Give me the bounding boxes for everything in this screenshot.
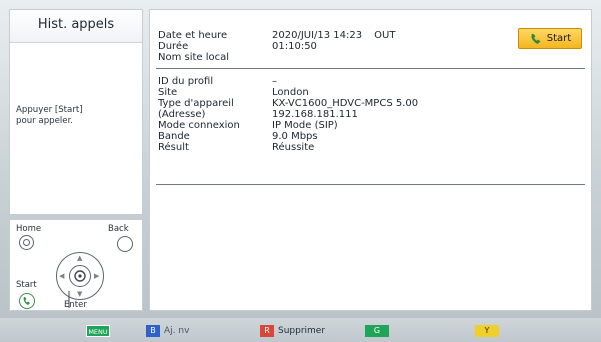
direction-value: OUT: [374, 30, 396, 41]
up-arrow-icon: ▲: [77, 254, 83, 262]
local-site-row: Nom site local: [158, 52, 583, 63]
start-button[interactable]: Start: [518, 28, 582, 49]
left-arrow-icon: ◀: [59, 272, 65, 280]
device-type-value: KX-VC1600_HDVC-MPCS 5.00: [272, 98, 419, 109]
profile-id-row: ID du profil –: [158, 76, 583, 87]
menu-key[interactable]: MENU: [86, 325, 110, 337]
device-type-label: Type d'appareil: [158, 98, 234, 109]
connection-details: ID du profil – Site London Type d'appare…: [158, 76, 583, 153]
duration-label: Durée: [158, 41, 189, 52]
start-label: Start: [16, 280, 37, 290]
enter-pointer-icon: [68, 291, 70, 308]
site-value: London: [272, 87, 309, 98]
start-call-icon[interactable]: [19, 293, 35, 309]
divider-bottom: [156, 184, 585, 185]
home-icon[interactable]: [19, 235, 34, 250]
datetime-label: Date et heure: [158, 30, 228, 41]
menu-key-badge: MENU: [86, 325, 110, 337]
result-label: Résult: [158, 142, 189, 153]
delete-label: Supprimer: [278, 326, 326, 336]
device-type-row: Type d'appareil KX-VC1600_HDVC-MPCS 5.00: [158, 98, 583, 109]
blue-key-badge: B: [146, 325, 160, 337]
divider-top: [156, 68, 585, 69]
call-detail-panel: Date et heure 2020/JUI/13 14:23 OUT Duré…: [149, 9, 592, 311]
yellow-key[interactable]: Y: [475, 325, 499, 337]
band-value: 9.0 Mbps: [272, 131, 318, 142]
remote-key-guide: Home Back Start Enter ▲ ▼ ◀ ▶: [9, 219, 143, 311]
profile-id-label: ID du profil: [158, 76, 214, 87]
handset-icon: [531, 33, 541, 44]
datetime-value: 2020/JUI/13 14:23: [272, 30, 363, 41]
green-key-badge: G: [365, 325, 389, 337]
address-label: (Adresse): [158, 109, 206, 120]
screen-title: Hist. appels: [10, 10, 142, 43]
red-key-badge: R: [260, 325, 274, 337]
connection-mode-value: IP Mode (SIP): [272, 120, 338, 131]
green-key[interactable]: G: [365, 325, 389, 337]
left-info-panel: Hist. appels Appuyer [Start] pour appele…: [9, 9, 143, 215]
home-label: Home: [16, 224, 42, 234]
instruction-line-1: Appuyer [Start]: [16, 105, 83, 115]
instruction-text: Appuyer [Start] pour appeler.: [16, 105, 140, 127]
address-row: (Adresse) 192.168.181.111: [158, 109, 583, 120]
instruction-line-2: pour appeler.: [16, 116, 74, 126]
back-icon[interactable]: [117, 236, 133, 252]
address-value: 192.168.181.111: [272, 109, 358, 120]
site-label: Site: [158, 87, 178, 98]
connection-mode-label: Mode connexion: [158, 120, 240, 131]
add-new-key[interactable]: B Aj. nv: [146, 325, 189, 337]
local-site-label: Nom site local: [158, 52, 230, 63]
result-value: Réussite: [272, 142, 315, 153]
duration-value: 01:10:50: [272, 41, 317, 52]
right-arrow-icon: ▶: [94, 272, 100, 280]
add-new-label: Aj. nv: [164, 326, 190, 336]
result-row: Résult Réussite: [158, 142, 583, 153]
profile-id-value: –: [272, 76, 277, 87]
back-label: Back: [108, 224, 129, 234]
connection-mode-row: Mode connexion IP Mode (SIP): [158, 120, 583, 131]
yellow-key-badge: Y: [475, 325, 499, 337]
function-key-bar: MENU B Aj. nv R Supprimer G Y: [0, 318, 601, 342]
band-row: Bande 9.0 Mbps: [158, 131, 583, 142]
site-row: Site London: [158, 87, 583, 98]
screen: Hist. appels Appuyer [Start] pour appele…: [0, 0, 601, 342]
band-label: Bande: [158, 131, 190, 142]
start-button-label: Start: [546, 33, 572, 44]
delete-key[interactable]: R Supprimer: [260, 325, 325, 337]
